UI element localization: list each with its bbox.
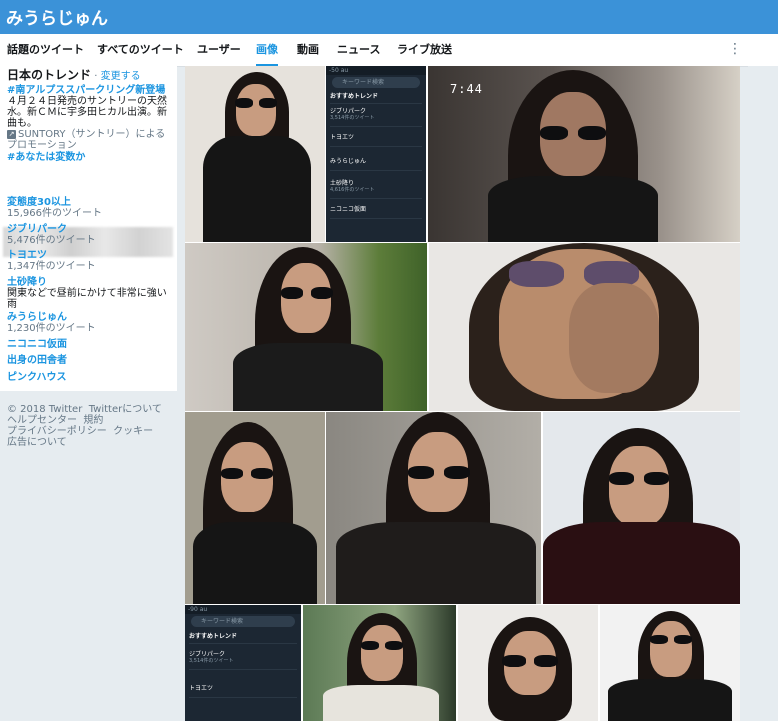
more-vertical-icon[interactable]: ⋮ <box>728 34 742 66</box>
trend-item[interactable]: #あなたは変数か <box>7 152 173 163</box>
trend-link[interactable]: ジブリパーク <box>7 224 173 235</box>
photo-thumbnail[interactable] <box>185 412 325 604</box>
promoted-trend[interactable]: #南アルプススパークリング新登場 ４月２４日発売のサントリーの天然水。新ＣＭに宇… <box>7 85 173 151</box>
photo-thumbnail[interactable]: -90 au キーワード検索 おすすめトレンド ジブリパーク 3,514件のツイー… <box>185 605 301 721</box>
tab-all-tweets[interactable]: すべてのツイート <box>97 34 184 66</box>
footer-link-about[interactable]: Twitterについて <box>89 404 162 415</box>
trend-link[interactable]: #南アルプススパークリング新登場 <box>7 85 173 96</box>
trend-link[interactable]: 変態度30以上 <box>7 197 173 208</box>
tab-news[interactable]: ニュース <box>337 34 380 66</box>
trend-item[interactable]: ジブリパーク 5,476件のツイート <box>7 224 173 246</box>
app-header: みうらじゅん <box>0 0 778 34</box>
promoted-icon: ↗ <box>7 129 16 139</box>
trend-item[interactable]: 出身の田舎者 <box>7 355 173 366</box>
copyright: © 2018 Twitter <box>7 404 83 415</box>
trends-header: 日本のトレンド · 変更する <box>7 68 141 82</box>
footer-link-help[interactable]: ヘルプセンター <box>7 415 77 426</box>
photo-thumbnail[interactable] <box>429 243 740 411</box>
trend-link[interactable]: 土砂降り <box>7 277 173 288</box>
trend-count: 1,230件のツイート <box>7 323 96 334</box>
trend-link[interactable]: ピンクハウス <box>7 372 173 383</box>
trend-item[interactable]: みうらじゅん 1,230件のツイート <box>7 312 173 334</box>
trend-link[interactable]: #あなたは変数か <box>7 152 173 163</box>
tab-images[interactable]: 画像 <box>256 34 278 66</box>
tab-videos[interactable]: 動画 <box>297 34 319 66</box>
video-thumbnail[interactable]: 7:44 <box>428 66 740 242</box>
image-grid: -50 au キーワード検索 おすすめトレンド ジブリパーク 3,514件のツイー… <box>185 66 740 721</box>
site-footer: © 2018 Twitter Twitterについて ヘルプセンター 規約 プラ… <box>7 404 177 448</box>
photo-thumbnail[interactable] <box>185 66 325 242</box>
trends-panel: 日本のトレンド · 変更する #南アルプススパークリング新登場 ４月２４日発売の… <box>0 66 177 391</box>
footer-link-cookies[interactable]: クッキー <box>113 426 153 437</box>
photo-thumbnail[interactable]: -50 au キーワード検索 おすすめトレンド ジブリパーク 3,514件のツイー… <box>326 66 426 242</box>
trend-count: 15,966件のツイート <box>7 208 102 219</box>
photo-thumbnail[interactable] <box>600 605 740 721</box>
trend-link[interactable]: ニコニコ仮面 <box>7 339 173 350</box>
tab-top-tweets[interactable]: 話題のツイート <box>7 34 84 66</box>
photo-thumbnail[interactable] <box>543 412 740 604</box>
photo-thumbnail[interactable] <box>458 605 598 721</box>
search-box: キーワード検索 <box>332 77 420 88</box>
photo-thumbnail[interactable] <box>326 412 541 604</box>
page-background <box>748 66 778 721</box>
footer-link-ads[interactable]: 広告について <box>7 437 67 448</box>
trend-link[interactable]: 出身の田舎者 <box>7 355 173 366</box>
trend-link[interactable]: みうらじゅん <box>7 312 173 323</box>
search-nav-tabs: 話題のツイート すべてのツイート ユーザー 画像 動画 ニュース ライブ放送 ⋮ <box>0 34 778 67</box>
change-trends-link[interactable]: 変更する <box>101 71 141 82</box>
trend-item[interactable]: ピンクハウス <box>7 372 173 383</box>
promotion-label: ↗ SUNTORY（サントリー）によるプロモーション <box>7 129 166 151</box>
search-box: キーワード検索 <box>191 616 295 627</box>
trend-item[interactable]: 土砂降り 関東などで昼前にかけて非常に強い雨 <box>7 277 173 310</box>
trend-item[interactable]: 変態度30以上 15,966件のツイート <box>7 197 173 219</box>
footer-link-terms[interactable]: 規約 <box>83 415 103 426</box>
trend-link[interactable]: トヨエツ <box>7 250 173 261</box>
video-timestamp: 7:44 <box>450 82 483 96</box>
photo-thumbnail[interactable] <box>303 605 456 721</box>
photo-thumbnail[interactable] <box>185 243 427 411</box>
footer-link-privacy[interactable]: プライバシーポリシー <box>7 426 107 437</box>
trend-description: 関東などで昼前にかけて非常に強い雨 <box>7 288 167 310</box>
trends-title: 日本のトレンド <box>7 68 92 82</box>
trend-item[interactable]: ニコニコ仮面 <box>7 339 173 350</box>
tab-users[interactable]: ユーザー <box>197 34 241 66</box>
search-query-title[interactable]: みうらじゅん <box>6 4 108 29</box>
trend-count: 5,476件のツイート <box>7 235 96 246</box>
trend-item[interactable]: トヨエツ 1,347件のツイート <box>7 250 173 272</box>
tab-live[interactable]: ライブ放送 <box>397 34 452 66</box>
trend-description: ４月２４日発売のサントリーの天然水。新ＣＭに宇多田ヒカル出演。新曲も。 <box>7 96 167 129</box>
trend-count: 1,347件のツイート <box>7 261 96 272</box>
